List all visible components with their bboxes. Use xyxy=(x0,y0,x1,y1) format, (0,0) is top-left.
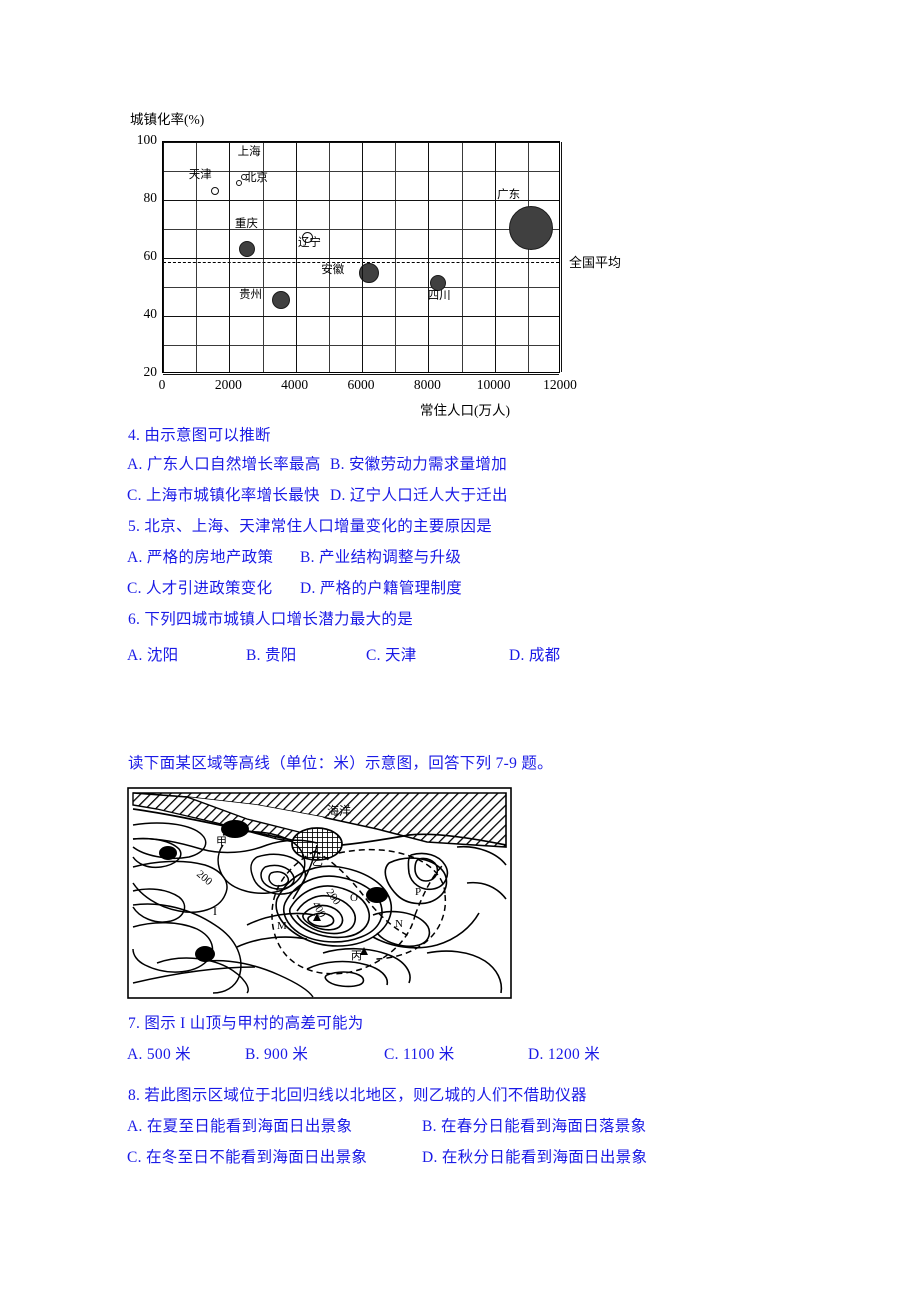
chart-x-tick: 10000 xyxy=(476,377,511,392)
national-average-label: 全国平均 xyxy=(569,255,622,271)
chart-x-tick: 0 xyxy=(158,377,166,392)
question-option[interactable]: B. 贵阳 xyxy=(246,643,297,665)
point-label-N: N xyxy=(395,918,403,930)
question-stem: 8. 若此图示区域位于北回归线以北地区，则乙城的人们不借助仪器 xyxy=(128,1087,587,1104)
chart-x-tick: 2000 xyxy=(214,377,242,392)
question-option[interactable]: C. 在冬至日不能看到海面日出景象 xyxy=(127,1145,367,1167)
question-option[interactable]: A. 沈阳 xyxy=(127,643,178,665)
section-intro-7-9: 读下面某区域等高线（单位：米）示意图，回答下列 7-9 题。 xyxy=(128,755,553,772)
chart-bubble-label: 北京 xyxy=(244,171,268,184)
chart-y-tick: 40 xyxy=(143,306,158,321)
question-option[interactable]: B. 900 米 xyxy=(245,1042,308,1064)
chart-y-tick-mark xyxy=(163,142,559,144)
question-option[interactable]: A. 严格的房地产政策 xyxy=(127,545,273,567)
chart-y-tick-mark xyxy=(163,316,559,318)
chart-x-tick-mark xyxy=(295,142,297,372)
chart-x-tick: 6000 xyxy=(347,377,375,392)
chart-gridline-vertical xyxy=(527,142,529,372)
question-option[interactable]: D. 成都 xyxy=(509,643,560,665)
chart-bubble-label: 上海 xyxy=(237,145,261,158)
chart-bubble-label: 广东 xyxy=(497,188,521,201)
village-marker-east xyxy=(366,887,388,903)
yi-label: 乙 xyxy=(312,855,323,868)
chart-bubble-label: 重庆 xyxy=(234,218,258,231)
chart-y-axis-title: 城镇化率(%) xyxy=(130,112,205,127)
question-option[interactable]: C. 上海市城镇化率增长最快 xyxy=(127,483,320,505)
chart-bubble xyxy=(509,205,554,250)
question-option[interactable]: B. 安徽劳动力需求量增加 xyxy=(330,452,507,474)
chart-y-tick: 80 xyxy=(143,190,158,205)
point-label-M: M xyxy=(277,920,287,932)
question-option[interactable]: C. 天津 xyxy=(366,643,417,665)
chart-bubble xyxy=(210,187,219,196)
chart-bubble xyxy=(272,291,291,310)
chart-bubble-label: 四川 xyxy=(427,289,451,302)
question-option[interactable]: A. 500 米 xyxy=(127,1042,191,1064)
chart-plot-area: 天津 上海北京重庆辽宁贵州 安徽四川 广东 xyxy=(162,141,562,376)
chart-x-tick: 8000 xyxy=(413,377,441,392)
question-option[interactable]: B. 在春分日能看到海面日落景象 xyxy=(422,1114,646,1136)
question-stem: 5. 北京、上海、天津常住人口增量变化的主要原因是 xyxy=(128,518,493,535)
question-option[interactable]: D. 在秋分日能看到海面日出景象 xyxy=(422,1145,647,1167)
point-label-O: O xyxy=(350,892,358,904)
chart-y-tick-mark xyxy=(163,200,559,202)
question-stem: 4. 由示意图可以推断 xyxy=(128,427,271,444)
question-option[interactable]: A. 广东人口自然增长率最高 xyxy=(127,452,321,474)
ocean-label: 海洋 xyxy=(327,803,351,818)
village-marker-southwest xyxy=(195,946,215,962)
chart-y-tick: 60 xyxy=(143,248,158,263)
question-stem: 7. 图示 I 山顶与甲村的高差可能为 xyxy=(128,1015,364,1032)
question-option[interactable]: C. 人才引进政策变化 xyxy=(127,576,272,598)
chart-bubble-label: 天津 xyxy=(188,169,212,182)
chart-x-tick-mark xyxy=(362,142,363,372)
chart-y-tick-mark xyxy=(163,258,559,260)
chart-x-tick-mark xyxy=(229,142,231,372)
question-option[interactable]: D. 1200 米 xyxy=(528,1042,600,1064)
chart-x-tick-mark xyxy=(163,142,164,372)
chart-gridline-horizontal xyxy=(163,287,559,288)
chart-x-tick: 12000 xyxy=(543,377,577,392)
chart-gridline-vertical xyxy=(461,142,463,372)
village-marker-west xyxy=(159,846,177,860)
question-option[interactable]: D. 严格的户籍管理制度 xyxy=(300,576,462,598)
chart-gridline-vertical xyxy=(328,142,330,372)
chart-bubble xyxy=(238,241,255,258)
national-average-line xyxy=(163,262,559,264)
chart-gridline-vertical xyxy=(395,142,397,372)
chart-bubble xyxy=(429,274,446,291)
question-option[interactable]: B. 产业结构调整与升级 xyxy=(300,545,461,567)
chart-x-tick-mark xyxy=(561,142,562,372)
chart-bubble-label: 安徽 xyxy=(321,263,345,276)
question-option[interactable]: C. 1100 米 xyxy=(384,1042,455,1064)
chart-x-tick-mark xyxy=(428,142,430,372)
chart-x-tick: 4000 xyxy=(281,377,309,392)
chart-gridline-horizontal xyxy=(163,345,559,346)
chart-y-tick: 100 xyxy=(136,132,157,147)
bing-label: 丙 xyxy=(351,950,362,962)
question-stem: 6. 下列四城市城镇人口增长潜力最大的是 xyxy=(128,611,414,628)
contour-map-svg: 海洋 甲 乙 丙 I 200 200 400 O M N P xyxy=(127,787,512,999)
chart-y-tick-mark xyxy=(163,374,559,376)
chart-gridline-horizontal xyxy=(163,171,559,172)
question-option[interactable]: D. 辽宁人口迁人大于迁出 xyxy=(330,483,508,505)
chart-bubble xyxy=(235,179,242,186)
chart-bubble-label: 辽宁 xyxy=(297,236,321,249)
point-label-P: P xyxy=(415,886,421,898)
exam-page: 城镇化率(%) 天津 上海北京重庆辽宁贵州 安徽四川 广东 常住人口(万人) 全国平均… xyxy=(0,0,920,1302)
peak-I-label: I xyxy=(213,904,217,918)
chart-x-tick-mark xyxy=(494,142,496,372)
chart-x-axis-title: 常住人口(万人) xyxy=(420,403,510,418)
chart-gridline-horizontal xyxy=(163,229,559,230)
chart-bubble-label: 贵州 xyxy=(239,289,263,302)
urbanization-bubble-chart: 城镇化率(%) 天津 上海北京重庆辽宁贵州 安徽四川 广东 常住人口(万人) 全国平均… xyxy=(125,108,621,418)
question-option[interactable]: A. 在夏至日能看到海面日出景象 xyxy=(127,1114,352,1136)
contour-map-figure: 海洋 甲 乙 丙 I 200 200 400 O M N P xyxy=(127,787,512,999)
jia-label: 甲 xyxy=(216,836,227,848)
